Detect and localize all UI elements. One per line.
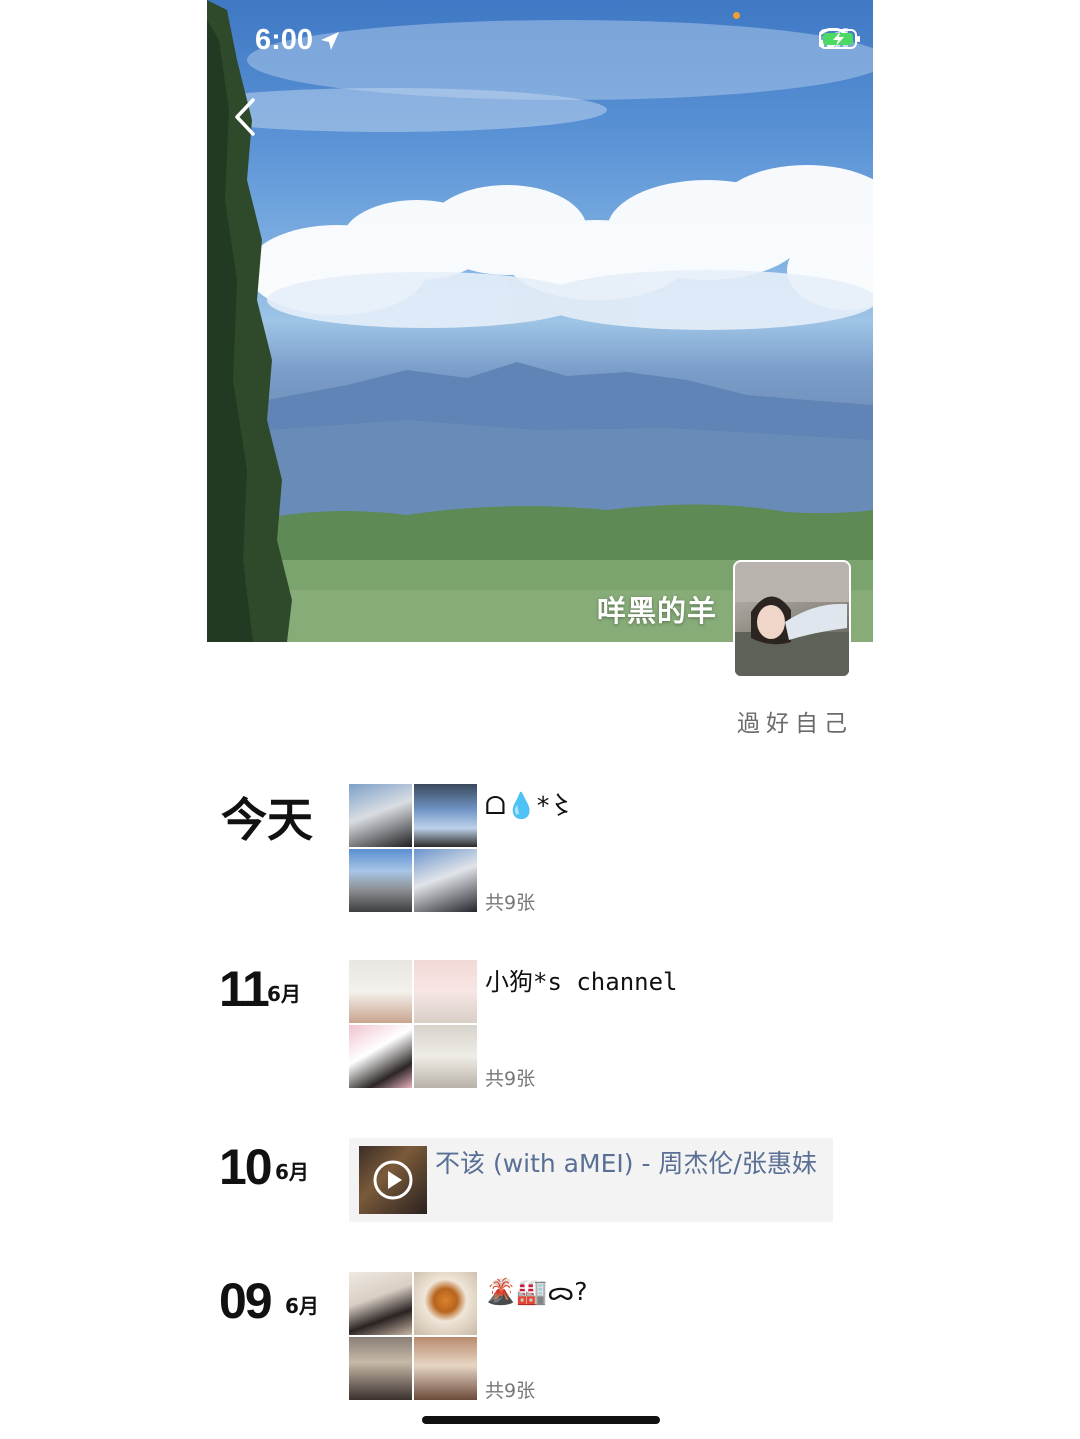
photo-count: 共9张 bbox=[485, 1380, 536, 1402]
photo-thumbnail[interactable] bbox=[414, 784, 477, 847]
date-month: 6月 bbox=[275, 1160, 309, 1184]
photo-thumbnail[interactable] bbox=[349, 784, 412, 847]
music-title: 不该 (with aMEI) - 周杰伦/张惠妹 bbox=[435, 1149, 817, 1178]
photo-thumbnail[interactable] bbox=[349, 1272, 412, 1335]
profile-name[interactable]: 咩黑的羊 bbox=[597, 588, 717, 630]
profile-signature: 過好自己 bbox=[737, 711, 853, 737]
back-button[interactable] bbox=[231, 96, 261, 138]
photo-thumbnail[interactable] bbox=[414, 960, 477, 1023]
privacy-indicator bbox=[733, 12, 740, 19]
cover-landscape bbox=[207, 0, 873, 642]
photo-thumbnail[interactable] bbox=[414, 1337, 477, 1400]
photo-thumbnail[interactable] bbox=[349, 1025, 412, 1088]
music-share-card[interactable]: 不该 (with aMEI) - 周杰伦/张惠妹 bbox=[349, 1138, 833, 1222]
photo-grid[interactable] bbox=[349, 1272, 477, 1400]
photo-thumbnail[interactable] bbox=[414, 1025, 477, 1088]
photo-count: 共9张 bbox=[485, 1068, 536, 1090]
photo-thumbnail[interactable] bbox=[414, 1272, 477, 1335]
date-label: 今天 bbox=[221, 793, 313, 847]
cover-image[interactable]: 6:00 咩黑的羊 bbox=[207, 0, 873, 642]
date-month: 6月 bbox=[285, 1294, 319, 1318]
photo-grid[interactable] bbox=[349, 960, 477, 1088]
status-bar: 6:00 bbox=[207, 0, 873, 80]
photo-thumbnail[interactable] bbox=[349, 960, 412, 1023]
date-day: 09 bbox=[219, 1273, 273, 1329]
post-text: ᗝ💧*〻 bbox=[485, 791, 575, 820]
photo-grid[interactable] bbox=[349, 784, 477, 912]
home-indicator[interactable] bbox=[422, 1416, 660, 1424]
photo-thumbnail[interactable] bbox=[414, 849, 477, 912]
date-month: 6月 bbox=[267, 982, 301, 1006]
music-cover[interactable] bbox=[359, 1146, 427, 1214]
photo-thumbnail[interactable] bbox=[349, 1337, 412, 1400]
status-time: 6:00 bbox=[255, 24, 314, 56]
post-text: 🌋🏭ᯅ? bbox=[485, 1277, 588, 1306]
avatar[interactable] bbox=[733, 560, 851, 678]
photo-thumbnail[interactable] bbox=[349, 849, 412, 912]
moments-page: 6:00 咩黑的羊 過好自己 今天 ᗝ💧*〻 共9张 11 6月 小狗*s ch… bbox=[207, 0, 873, 1439]
post-text: 小狗*s channel bbox=[485, 968, 678, 996]
date-day: 10 bbox=[219, 1139, 273, 1195]
photo-count: 共9张 bbox=[485, 892, 536, 914]
play-icon bbox=[373, 1160, 413, 1200]
date-day: 11 bbox=[219, 961, 270, 1017]
chevron-left-icon bbox=[235, 98, 255, 136]
